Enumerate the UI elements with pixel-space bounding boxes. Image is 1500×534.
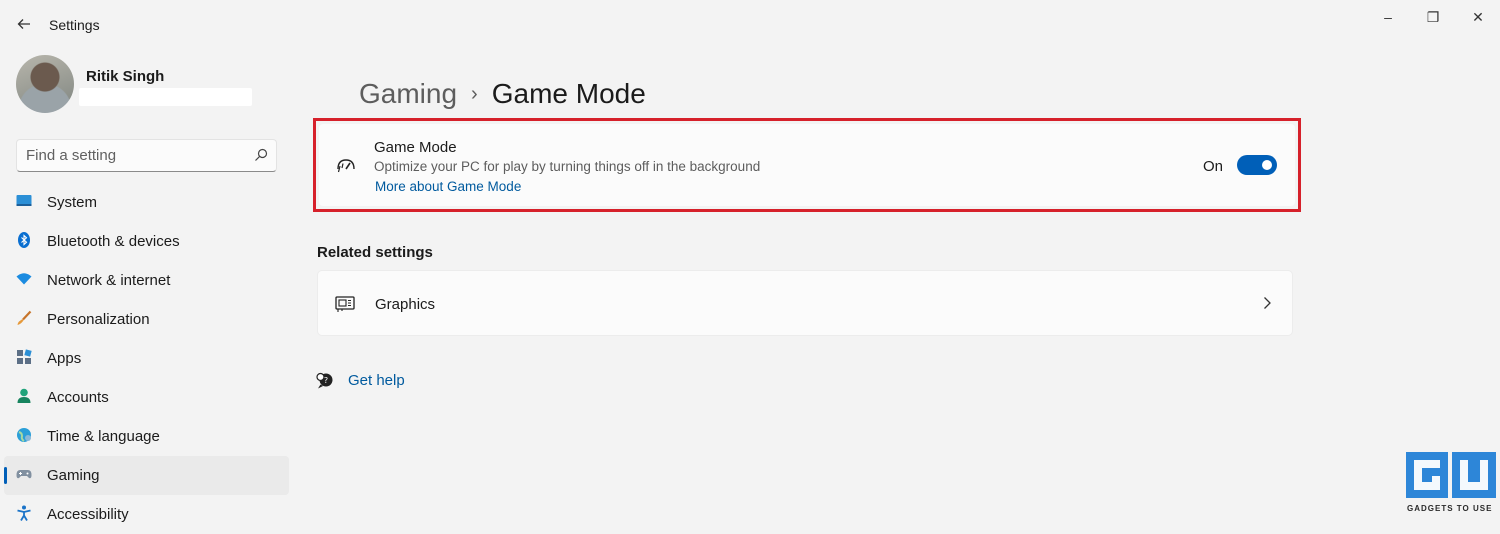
sidebar-item-label: Gaming [47, 467, 100, 484]
close-icon: ✕ [1472, 9, 1484, 25]
game-mode-title: Game Mode [374, 139, 457, 156]
sidebar-item-label: Network & internet [47, 272, 171, 289]
game-mode-description: Optimize your PC for play by turning thi… [374, 159, 761, 174]
apps-icon [17, 349, 32, 364]
breadcrumb: Gaming › Game Mode [359, 78, 646, 110]
sidebar-item-label: System [47, 194, 98, 211]
sidebar-item-gaming[interactable]: Gaming [4, 456, 289, 495]
sidebar-item-system[interactable]: System [4, 183, 289, 222]
back-button[interactable] [10, 12, 38, 36]
chevron-right-icon: › [471, 83, 478, 105]
speedometer-icon [337, 159, 355, 173]
toggle-knob [1262, 160, 1272, 170]
watermark-text: GADGETS TO USE [1407, 504, 1493, 513]
graphics-label: Graphics [375, 296, 436, 313]
minimize-button[interactable]: – [1368, 6, 1408, 28]
get-help-link[interactable]: Get help [348, 372, 405, 389]
sidebar-item-label: Accounts [47, 389, 109, 406]
restore-icon: ❐ [1426, 9, 1440, 25]
svg-text:?: ? [324, 376, 328, 385]
back-arrow-icon [17, 19, 30, 29]
search-icon[interactable] [254, 148, 268, 162]
sidebar-item-accounts[interactable]: Accounts [4, 378, 289, 417]
maximize-button[interactable]: ❐ [1413, 6, 1453, 28]
gamepad-icon [16, 470, 32, 479]
chevron-right-icon [1264, 297, 1271, 309]
bluetooth-icon [18, 232, 30, 248]
help-chat-icon: ? [316, 372, 333, 389]
app-title: Settings [49, 17, 100, 33]
person-icon [17, 388, 31, 403]
related-settings-heading: Related settings [317, 244, 433, 261]
title-bar: Settings – ❐ ✕ [0, 0, 1500, 48]
sidebar-item-accessibility[interactable]: Accessibility [4, 495, 289, 534]
avatar[interactable] [16, 55, 74, 113]
search-box[interactable] [16, 139, 277, 172]
sidebar-item-label: Apps [47, 350, 82, 367]
system-icon [16, 195, 32, 206]
graphics-card-icon [335, 296, 355, 312]
game-mode-card: Game Mode Optimize your PC for play by t… [319, 124, 1295, 206]
wifi-icon [16, 273, 32, 285]
page-title: Game Mode [491, 78, 646, 109]
sidebar-item-bluetooth[interactable]: Bluetooth & devices [4, 222, 289, 261]
sidebar-item-personalization[interactable]: Personalization [4, 300, 289, 339]
graphics-settings-link[interactable]: Graphics [317, 270, 1293, 336]
search-input[interactable] [26, 147, 246, 164]
user-email-redacted [79, 88, 252, 106]
game-mode-toggle[interactable] [1237, 155, 1277, 175]
sidebar-nav: System Bluetooth & devices Network & int… [4, 183, 289, 534]
accessibility-icon [17, 505, 31, 521]
sidebar-item-time-language[interactable]: Time & language [4, 417, 289, 456]
sidebar-item-label: Bluetooth & devices [47, 233, 180, 250]
sidebar-item-label: Time & language [47, 428, 160, 445]
user-name: Ritik Singh [86, 68, 165, 85]
sidebar-item-apps[interactable]: Apps [4, 339, 289, 378]
more-about-game-mode-link[interactable]: More about Game Mode [375, 179, 521, 194]
sidebar-item-network[interactable]: Network & internet [4, 261, 289, 300]
breadcrumb-parent[interactable]: Gaming [359, 78, 457, 109]
close-button[interactable]: ✕ [1458, 6, 1498, 28]
toggle-state-label: On [1203, 158, 1224, 175]
globe-icon [17, 428, 31, 442]
sidebar-item-label: Personalization [47, 311, 150, 328]
minimize-icon: – [1384, 9, 1392, 25]
sidebar-item-label: Accessibility [47, 506, 129, 523]
brush-icon [17, 310, 32, 325]
